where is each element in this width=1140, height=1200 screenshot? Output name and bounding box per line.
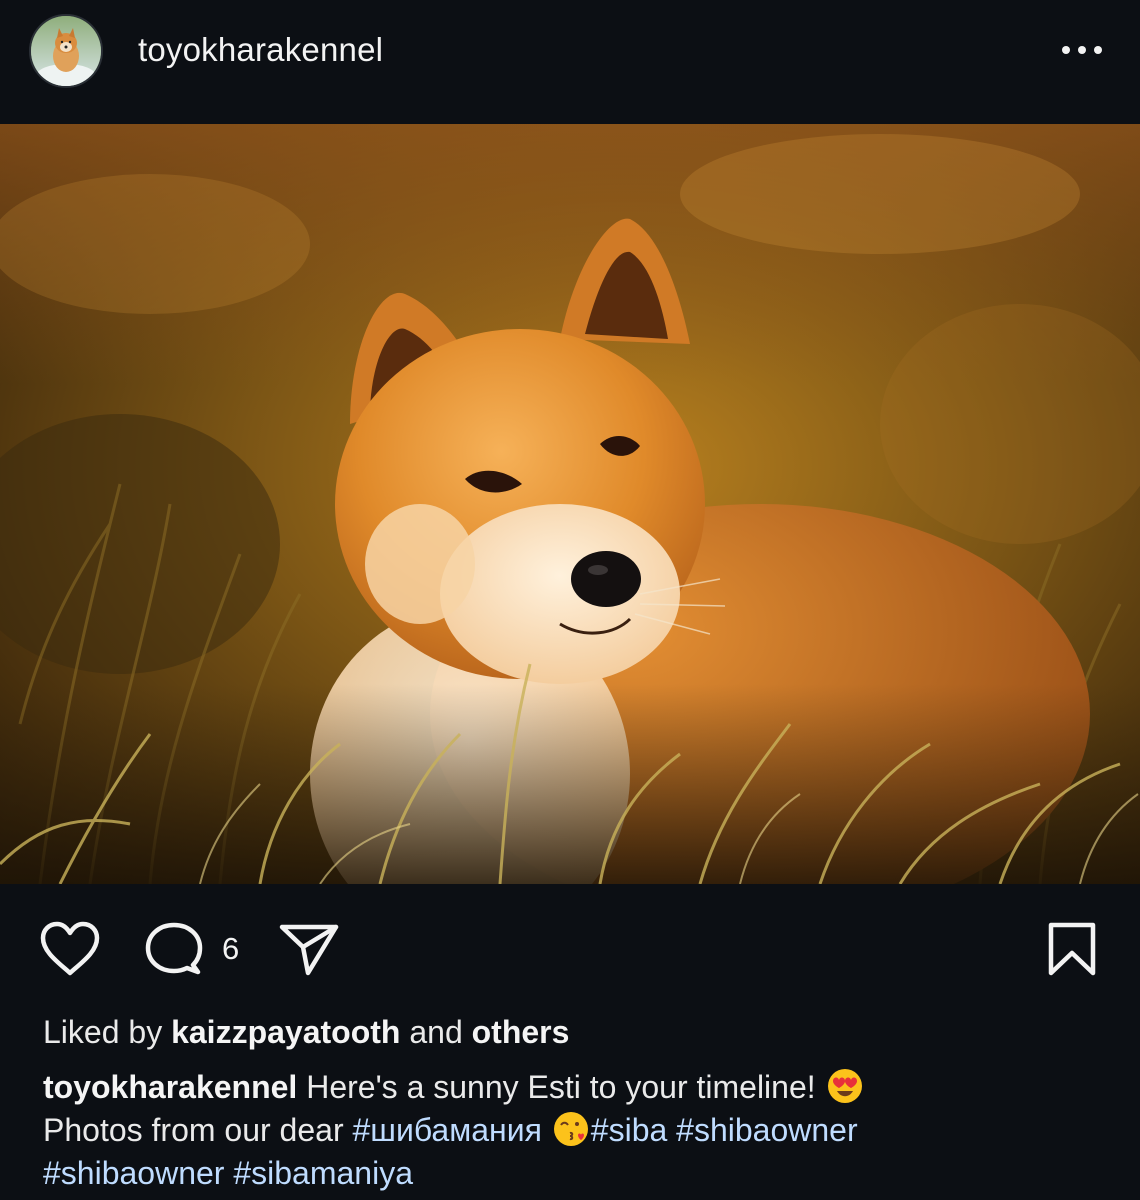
likes-conjunction: and bbox=[409, 1014, 463, 1050]
post-username[interactable]: toyokharakennel bbox=[138, 31, 383, 69]
caption-author[interactable]: toyokharakennel bbox=[43, 1069, 297, 1105]
hashtag-link[interactable]: #shibaowner bbox=[43, 1155, 224, 1191]
post-photo[interactable] bbox=[0, 124, 1140, 884]
likes-prefix: Liked by bbox=[43, 1014, 163, 1050]
heart-icon bbox=[40, 921, 100, 976]
more-options-icon[interactable] bbox=[1052, 30, 1112, 70]
post-caption: toyokharakennel Here's a sunny Esti to y… bbox=[43, 1066, 1113, 1195]
likes-others[interactable]: others bbox=[472, 1014, 570, 1050]
hashtag-link[interactable]: #шибамания bbox=[352, 1112, 541, 1148]
save-button[interactable] bbox=[1044, 920, 1100, 978]
kiss-emoji bbox=[553, 1111, 589, 1147]
hashtag-link[interactable]: #siba bbox=[591, 1112, 668, 1148]
caption-text: Here's a sunny Esti to your timeline! bbox=[306, 1069, 816, 1105]
share-button[interactable] bbox=[278, 920, 340, 978]
post-header: toyokharakennel bbox=[0, 0, 1140, 124]
like-button[interactable] bbox=[38, 920, 102, 978]
hashtag-link[interactable]: #shibaowner bbox=[676, 1112, 857, 1148]
comment-count: 6 bbox=[222, 931, 240, 966]
likes-summary: Liked by kaizzpayatooth and others bbox=[43, 1014, 569, 1051]
hashtag-link[interactable]: #sibamaniya bbox=[233, 1155, 413, 1191]
send-icon bbox=[279, 924, 339, 976]
heart-eyes-emoji bbox=[827, 1068, 863, 1104]
caption-text-2: Photos from our dear bbox=[43, 1112, 344, 1148]
comment-icon bbox=[145, 922, 203, 975]
liked-by-user[interactable]: kaizzpayatooth bbox=[171, 1014, 400, 1050]
bookmark-icon bbox=[1048, 922, 1096, 976]
avatar[interactable] bbox=[29, 14, 103, 88]
comment-button[interactable] bbox=[144, 920, 204, 978]
